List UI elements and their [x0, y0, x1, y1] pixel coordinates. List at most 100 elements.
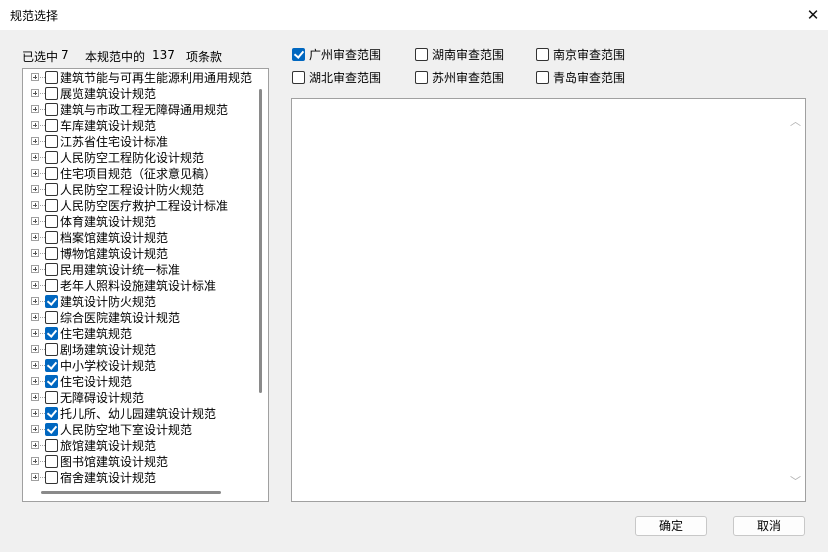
expand-icon[interactable]	[31, 409, 39, 417]
tree-item[interactable]: 建筑与市政工程无障碍通用规范	[31, 102, 267, 118]
tree-item[interactable]: 档案馆建筑设计规范	[31, 230, 267, 246]
expand-icon[interactable]	[31, 361, 39, 369]
expand-icon[interactable]	[31, 473, 39, 481]
expand-icon[interactable]	[31, 73, 39, 81]
tree-item-checkbox[interactable]	[45, 231, 58, 244]
tree-item[interactable]: 住宅项目规范（征求意见稿）	[31, 166, 267, 182]
tree-item-checkbox[interactable]	[45, 263, 58, 276]
tree-item-checkbox[interactable]	[45, 359, 58, 372]
scope-checkbox[interactable]	[292, 71, 305, 84]
tree-item[interactable]: 博物馆建筑设计规范	[31, 246, 267, 262]
tree-item-label: 住宅设计规范	[60, 375, 133, 389]
expand-icon[interactable]	[31, 265, 39, 273]
tree-item[interactable]: 图书馆建筑设计规范	[31, 454, 267, 470]
scope-checkbox[interactable]	[292, 48, 305, 61]
tree-item[interactable]: 体育建筑设计规范	[31, 214, 267, 230]
tree-item-checkbox[interactable]	[45, 167, 58, 180]
expand-icon[interactable]	[31, 153, 39, 161]
tree-item-checkbox[interactable]	[45, 183, 58, 196]
tree-item-checkbox[interactable]	[45, 327, 58, 340]
tree-item-checkbox[interactable]	[45, 215, 58, 228]
tree-horizontal-scrollbar[interactable]	[41, 491, 221, 494]
expand-icon[interactable]	[31, 457, 39, 465]
tree-item-checkbox[interactable]	[45, 311, 58, 324]
tree-item-checkbox[interactable]	[45, 407, 58, 420]
cancel-button[interactable]: 取消	[733, 516, 805, 536]
tree-item-checkbox[interactable]	[45, 375, 58, 388]
expand-icon[interactable]	[31, 201, 39, 209]
expand-icon[interactable]	[31, 441, 39, 449]
tree-item[interactable]: 托儿所、幼儿园建筑设计规范	[31, 406, 267, 422]
tree-item-checkbox[interactable]	[45, 343, 58, 356]
expand-icon[interactable]	[31, 233, 39, 241]
tree-item-checkbox[interactable]	[45, 247, 58, 260]
tree-item-checkbox[interactable]	[45, 471, 58, 484]
tree-item[interactable]: 老年人照料设施建筑设计标准	[31, 278, 267, 294]
expand-icon[interactable]	[31, 345, 39, 353]
tree-item-checkbox[interactable]	[45, 279, 58, 292]
tree-item[interactable]: 综合医院建筑设计规范	[31, 310, 267, 326]
scope-checkbox[interactable]	[415, 48, 428, 61]
expand-icon[interactable]	[31, 425, 39, 433]
expand-icon[interactable]	[31, 169, 39, 177]
expand-icon[interactable]	[31, 329, 39, 337]
expand-icon[interactable]	[31, 249, 39, 257]
tree-item-checkbox[interactable]	[45, 391, 58, 404]
tree-item[interactable]: 民用建筑设计统一标准	[31, 262, 267, 278]
scope-label: 广州审查范围	[309, 48, 382, 62]
expand-icon[interactable]	[31, 281, 39, 289]
expand-icon[interactable]	[31, 185, 39, 193]
tree-item[interactable]: 车库建筑设计规范	[31, 118, 267, 134]
clause-detail-area[interactable]: ︿ ﹀	[291, 98, 806, 502]
tree-item[interactable]: 展览建筑设计规范	[31, 86, 267, 102]
expand-icon[interactable]	[31, 313, 39, 321]
tree-item[interactable]: 住宅设计规范	[31, 374, 267, 390]
tree-item[interactable]: 人民防空地下室设计规范	[31, 422, 267, 438]
expand-icon[interactable]	[31, 217, 39, 225]
tree-item[interactable]: 人民防空工程防化设计规范	[31, 150, 267, 166]
tree-item-checkbox[interactable]	[45, 439, 58, 452]
tree-item-checkbox[interactable]	[45, 295, 58, 308]
tree-item[interactable]: 中小学校设计规范	[31, 358, 267, 374]
tree-item[interactable]: 人民防空工程设计防火规范	[31, 182, 267, 198]
tree-item-checkbox[interactable]	[45, 199, 58, 212]
expand-icon[interactable]	[31, 393, 39, 401]
tree-item-checkbox[interactable]	[45, 423, 58, 436]
tree-item[interactable]: 旅馆建筑设计规范	[31, 438, 267, 454]
expand-icon[interactable]	[31, 89, 39, 97]
tree-item-checkbox[interactable]	[45, 87, 58, 100]
tree-item[interactable]: 建筑设计防火规范	[31, 294, 267, 310]
expand-icon[interactable]	[31, 105, 39, 113]
tree-item-checkbox[interactable]	[45, 103, 58, 116]
tree-item[interactable]: 江苏省住宅设计标准	[31, 134, 267, 150]
down-arrow-icon[interactable]: ﹀	[790, 473, 801, 489]
tree-item[interactable]: 无障碍设计规范	[31, 390, 267, 406]
ok-button[interactable]: 确定	[635, 516, 707, 536]
tree-item[interactable]: 宿舍建筑设计规范	[31, 470, 267, 486]
total-count: 137	[152, 48, 175, 62]
scope-checkbox[interactable]	[415, 71, 428, 84]
tree-item[interactable]: 人民防空医疗救护工程设计标准	[31, 198, 267, 214]
tree-item[interactable]: 建筑节能与可再生能源利用通用规范	[31, 70, 267, 86]
expand-icon[interactable]	[31, 121, 39, 129]
tree-item-label: 托儿所、幼儿园建筑设计规范	[60, 407, 217, 421]
scope-label: 湖南审查范围	[432, 48, 505, 62]
tree-item-checkbox[interactable]	[45, 71, 58, 84]
expand-icon[interactable]	[31, 377, 39, 385]
scope-checkbox[interactable]	[536, 71, 549, 84]
tree-item-label: 体育建筑设计规范	[60, 215, 157, 229]
close-icon[interactable]: ✕	[798, 0, 828, 30]
tree-item-checkbox[interactable]	[45, 455, 58, 468]
expand-icon[interactable]	[31, 297, 39, 305]
tree-item-checkbox[interactable]	[45, 135, 58, 148]
tree-item-checkbox[interactable]	[45, 151, 58, 164]
tree-item[interactable]: 住宅建筑规范	[31, 326, 267, 342]
expand-icon[interactable]	[31, 137, 39, 145]
tree-item-label: 江苏省住宅设计标准	[60, 135, 169, 149]
code-tree[interactable]: 建筑节能与可再生能源利用通用规范 展览建筑设计规范 建筑与市政工程无障碍通用规范 车库…	[22, 68, 269, 502]
up-arrow-icon[interactable]: ︿	[790, 113, 801, 129]
tree-item-checkbox[interactable]	[45, 119, 58, 132]
window-title: 规范选择	[10, 9, 59, 23]
tree-item[interactable]: 剧场建筑设计规范	[31, 342, 267, 358]
scope-checkbox[interactable]	[536, 48, 549, 61]
